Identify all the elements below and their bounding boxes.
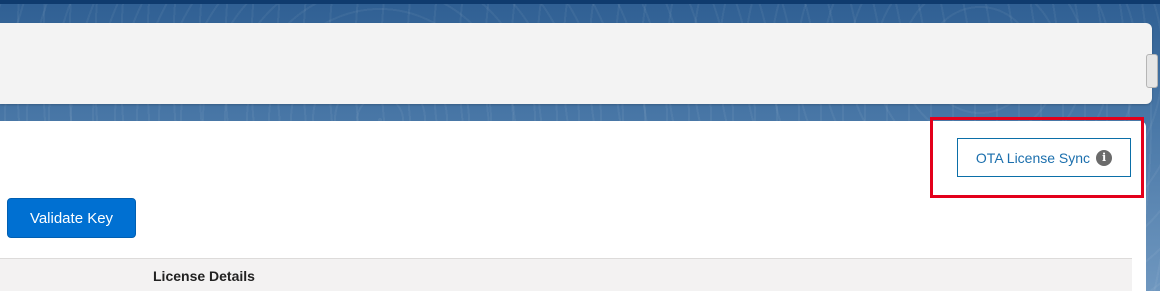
header-panel (0, 23, 1158, 104)
annotation-highlight-box (930, 117, 1144, 198)
validate-key-label: Validate Key (29, 209, 114, 227)
scroll-handle[interactable] (1146, 54, 1158, 88)
column-header-license-details: License Details (153, 268, 255, 284)
table-header-row: License Details (0, 258, 1132, 291)
top-navigation-edge (0, 0, 1160, 4)
validate-key-button[interactable]: Validate Key (7, 198, 136, 238)
